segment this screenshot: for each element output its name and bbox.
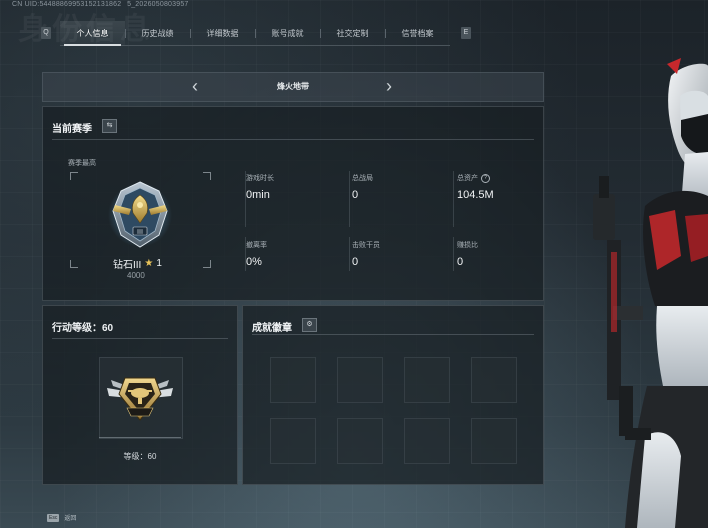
tab-account-achievements[interactable]: 账号成就 (255, 21, 320, 45)
esc-label: 返回 (64, 516, 77, 522)
season-swap-icon[interactable]: ⇆ (102, 119, 117, 133)
tab-detailed-data[interactable]: 详细数据 (190, 21, 255, 45)
map-next-arrow-icon[interactable]: › (381, 77, 397, 97)
esc-key: Esc (47, 513, 60, 522)
stat-value: 0% (246, 256, 262, 268)
tab-personal-info[interactable]: 个人信息 (60, 21, 125, 46)
level-emblem-icon (107, 377, 173, 421)
badge-slot[interactable] (404, 357, 450, 403)
stat-profit-loss-ratio: 赚损比 0 (457, 240, 478, 268)
stat-value: 104.5M (457, 189, 494, 201)
action-level-panel: 行动等级：60 等级：60 (42, 305, 238, 485)
stat-label-row: 总资产 ? (457, 173, 494, 183)
badge-slot[interactable] (404, 418, 450, 464)
tab-history-record[interactable]: 历史战绩 (125, 21, 190, 45)
stat-operatives-defeated: 击败干员 0 (352, 240, 380, 268)
map-selector: ‹ 烽火地带 › (42, 72, 544, 102)
rank-stars: 1 (156, 258, 162, 269)
tab-prev-key[interactable]: Q (41, 27, 51, 39)
badge-slot[interactable] (270, 357, 316, 403)
stat-label: 游戏时长 (246, 175, 274, 182)
stat-label: 击败干员 (352, 242, 380, 249)
badge-slot[interactable] (270, 418, 316, 464)
map-name: 烽火地带 (277, 82, 309, 91)
rank-emblem-icon: III (108, 181, 172, 248)
badge-slot[interactable] (471, 418, 517, 464)
achievement-badges-panel: 成就徽章 ⚙ (242, 305, 544, 485)
stat-value: 0 (457, 256, 464, 268)
escape-hint[interactable]: Esc 返回 (47, 513, 76, 522)
stat-label: 总资产 (457, 175, 478, 182)
tab-bar: Q 个人信息 历史战绩 详细数据 账号成就 社交定制 信誉档案 E (38, 21, 478, 47)
uid-text: CN UID:544888699531521318625_2026050803… (12, 1, 189, 8)
level-underline (99, 437, 181, 438)
badges-title: 成就徽章 (252, 323, 292, 334)
season-divider (52, 139, 534, 140)
stat-extraction-rate: 撤离率 0% (246, 240, 267, 268)
stat-value: 0min (246, 189, 270, 201)
help-icon[interactable]: ? (481, 173, 490, 183)
stat-total-matches: 总战局 0 (352, 173, 373, 201)
stat-play-time: 游戏时长 0min (246, 173, 274, 201)
stat-label: 撤离率 (246, 242, 267, 249)
badge-slot[interactable] (337, 357, 383, 403)
stat-label: 赚损比 (457, 242, 478, 249)
season-title: 当前赛季 (52, 124, 92, 135)
tab-list: 个人信息 历史战绩 详细数据 账号成就 社交定制 信誉档案 (60, 21, 450, 46)
stat-value: 0 (352, 256, 359, 268)
character-portrait (593, 58, 708, 528)
badge-slot[interactable] (337, 418, 383, 464)
stat-label: 总战局 (352, 175, 373, 182)
season-best-label: 赛季最高 (68, 160, 96, 167)
season-panel: 当前赛季 ⇆ 赛季最高 III 钻石III ★ 1 4000 游戏时长 0min… (42, 106, 544, 301)
tab-next-key[interactable]: E (461, 27, 471, 39)
badges-settings-icon[interactable]: ⚙ (302, 318, 317, 332)
rank-name: 钻石III (113, 260, 142, 271)
rank-star-icon: ★ (144, 258, 154, 269)
badge-slot[interactable] (471, 357, 517, 403)
svg-text:III: III (137, 230, 143, 236)
stat-total-assets: 总资产 ? 104.5M (457, 173, 494, 201)
level-divider (52, 338, 228, 339)
action-level-title: 行动等级：60 (52, 323, 114, 334)
tab-social-customization[interactable]: 社交定制 (320, 21, 385, 45)
level-label: 等级：60 (123, 452, 157, 461)
badges-divider (252, 334, 534, 335)
tab-credit-record[interactable]: 信誉档案 (385, 21, 450, 45)
profile-screen: 身份信息 CN UID:544888699531521318625_20260… (0, 0, 708, 528)
rank-name-row: 钻石III ★ 1 (113, 256, 162, 271)
rank-score: 4000 (127, 271, 145, 280)
stat-value: 0 (352, 189, 359, 201)
